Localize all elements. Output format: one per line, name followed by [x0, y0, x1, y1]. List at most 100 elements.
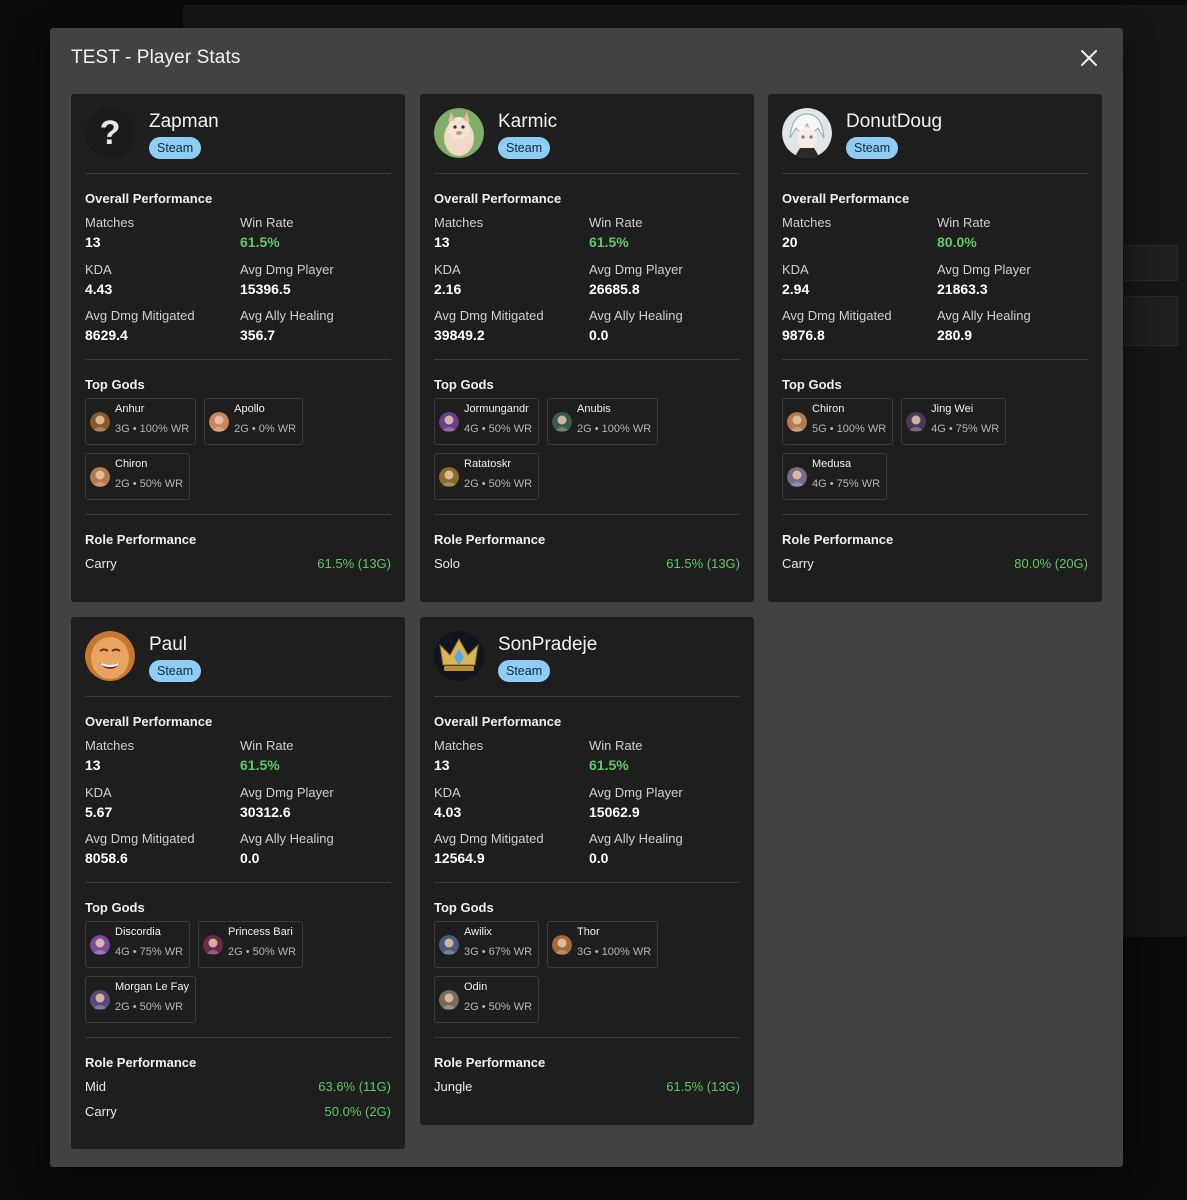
stat-label: Avg Dmg Mitigated — [434, 831, 544, 846]
god-name: Anubis — [577, 403, 611, 415]
god-chip[interactable]: Discordia 4G • 75% WR — [85, 921, 191, 968]
god-chip[interactable]: Awilix 3G • 67% WR — [434, 921, 540, 968]
god-name: Thor — [577, 926, 600, 938]
stat-value: 21863.3 — [937, 280, 988, 297]
platform-badge: Steam — [498, 660, 551, 682]
section-title: Top Gods — [85, 900, 145, 915]
overall-performance: Overall Performance Matches 13 Win Rate 61.5… — [85, 174, 391, 360]
stat-value: 0.0 — [589, 327, 609, 343]
stat-value: 0.0 — [589, 850, 609, 866]
player-card: Paul Steam Overall Performance Matches 13 Win… — [71, 617, 405, 1149]
top-gods: Top Gods Awilix 3G • 67% WR Thor 3G • 100% W… — [434, 883, 740, 1038]
god-chip[interactable]: Thor 3G • 100% WR — [547, 921, 659, 968]
role-row: Carry 61.5% (13G) — [85, 556, 391, 572]
god-name: Princess Bari — [228, 926, 293, 938]
role-performance: Role Performance Solo 61.5% (13G) — [434, 515, 740, 572]
stat-label: Avg Dmg Player — [937, 261, 1031, 277]
role-name: Jungle — [434, 1079, 473, 1094]
god-portrait-icon — [203, 934, 224, 955]
god-chip[interactable]: Jormungandr 4G • 50% WR — [434, 398, 540, 445]
role-name: Carry — [85, 1104, 117, 1119]
god-chip[interactable]: Morgan Le Fay 2G • 50% WR — [85, 976, 196, 1023]
god-chip[interactable]: Anhur 3G • 100% WR — [85, 398, 197, 445]
platform-badge: Steam — [149, 137, 202, 159]
god-portrait-icon — [209, 411, 230, 432]
stat-label: Matches — [85, 215, 135, 230]
role-performance: Role Performance Jungle 61.5% (13G) — [434, 1038, 740, 1095]
god-chip[interactable]: Chiron 2G • 50% WR — [85, 453, 191, 500]
god-chip[interactable]: Medusa 4G • 75% WR — [782, 453, 888, 500]
stat-value: 4.43 — [85, 280, 113, 297]
section-title: Overall Performance — [434, 191, 562, 206]
stat-value: 13 — [85, 757, 101, 773]
god-chip[interactable]: Princess Bari 2G • 50% WR — [198, 921, 304, 968]
close-button[interactable] — [1077, 46, 1101, 70]
player-card: SonPradeje Steam Overall Performance Matche… — [420, 617, 754, 1125]
stat-label: Matches — [434, 215, 484, 230]
player-header: DonutDoug Steam — [782, 94, 1088, 174]
role-row: Carry 80.0% (20G) — [782, 556, 1088, 572]
stat-value: 61.5% — [240, 234, 280, 250]
platform-badge: Steam — [846, 137, 899, 159]
stat-label: KDA — [85, 261, 112, 277]
god-stat: 3G • 100% WR — [577, 946, 652, 958]
overall-performance: Overall Performance Matches 13 Win Rate 61.5… — [85, 697, 391, 883]
player-stats-modal: TEST - Player Stats ? Zapman Steam Overall … — [50, 28, 1123, 1167]
stat-value: 20 — [782, 234, 798, 250]
stat-avg-dmg-mitigated: Avg Dmg Mitigated 12564.9 — [434, 831, 589, 878]
stat-value: 4.03 — [434, 803, 462, 820]
svg-text:?: ? — [100, 114, 121, 152]
player-header: SonPradeje Steam — [434, 617, 740, 697]
stat-kda: KDA 4.43 — [85, 262, 240, 309]
god-chip[interactable]: Anubis 2G • 100% WR — [547, 398, 659, 445]
god-chip[interactable]: Apollo 2G • 0% WR — [204, 398, 304, 445]
stat-avg-dmg-player: Avg Dmg Player 15062.9 — [589, 785, 739, 832]
stat-value: 12564.9 — [434, 850, 485, 866]
god-chip[interactable]: Ratatoskr 2G • 50% WR — [434, 453, 540, 500]
stat-value: 356.7 — [240, 327, 276, 343]
stat-label: KDA — [85, 784, 112, 800]
stat-value: 8058.6 — [85, 850, 128, 866]
stat-value: 30312.6 — [240, 803, 291, 820]
god-name: Jing Wei — [931, 403, 974, 415]
top-gods: Top Gods Discordia 4G • 75% WR Princess Bar… — [85, 883, 391, 1038]
player-name: Karmic — [498, 111, 558, 132]
close-icon — [1081, 50, 1097, 66]
top-gods: Top Gods Jormungandr 4G • 50% WR Anubis 2G •… — [434, 360, 740, 515]
background-app-strip — [1124, 245, 1178, 281]
god-portrait-icon — [439, 411, 459, 432]
stat-win-rate: Win Rate 80.0% — [937, 215, 1087, 262]
stat-value: 13 — [85, 234, 101, 250]
god-chip[interactable]: Chiron 5G • 100% WR — [782, 398, 894, 445]
god-chip[interactable]: Jing Wei 4G • 75% WR — [901, 398, 1007, 445]
cat-avatar-icon — [434, 108, 484, 158]
god-name: Apollo — [234, 403, 265, 415]
stat-value: 2.94 — [782, 280, 810, 297]
god-stat: 5G • 100% WR — [812, 423, 887, 435]
role-row: Carry 50.0% (2G) — [85, 1104, 391, 1120]
stat-label: Win Rate — [240, 215, 294, 230]
role-name: Solo — [434, 556, 461, 571]
role-value: 61.5% (13G) — [666, 1079, 740, 1094]
god-name: Chiron — [115, 458, 148, 470]
stat-label: Avg Dmg Mitigated — [85, 308, 195, 323]
god-stat: 3G • 100% WR — [115, 423, 190, 435]
role-performance: Role Performance Carry 80.0% (20G) — [782, 515, 1088, 572]
platform-badge: Steam — [498, 137, 551, 159]
role-value: 61.5% (13G) — [666, 556, 740, 571]
stat-avg-dmg-mitigated: Avg Dmg Mitigated 9876.8 — [782, 308, 937, 355]
stat-value: 80.0% — [937, 234, 977, 250]
god-name: Ratatoskr — [464, 458, 512, 470]
section-title: Overall Performance — [85, 714, 213, 729]
top-gods: Top Gods Chiron 5G • 100% WR Jing Wei 4G • 7… — [782, 360, 1088, 515]
stat-avg-dmg-player: Avg Dmg Player 21863.3 — [937, 262, 1087, 309]
player-name: Zapman — [149, 111, 219, 132]
god-stat: 4G • 75% WR — [115, 946, 184, 958]
role-row: Jungle 61.5% (13G) — [434, 1079, 740, 1095]
stat-label: Avg Ally Healing — [937, 308, 1031, 323]
stat-label: Win Rate — [589, 215, 643, 230]
god-chip[interactable]: Odin 2G • 50% WR — [434, 976, 540, 1023]
role-performance: Role Performance Carry 61.5% (13G) — [85, 515, 391, 572]
player-card: Karmic Steam Overall Performance Matches 13 W… — [420, 94, 754, 602]
crown-avatar-icon — [434, 631, 484, 681]
